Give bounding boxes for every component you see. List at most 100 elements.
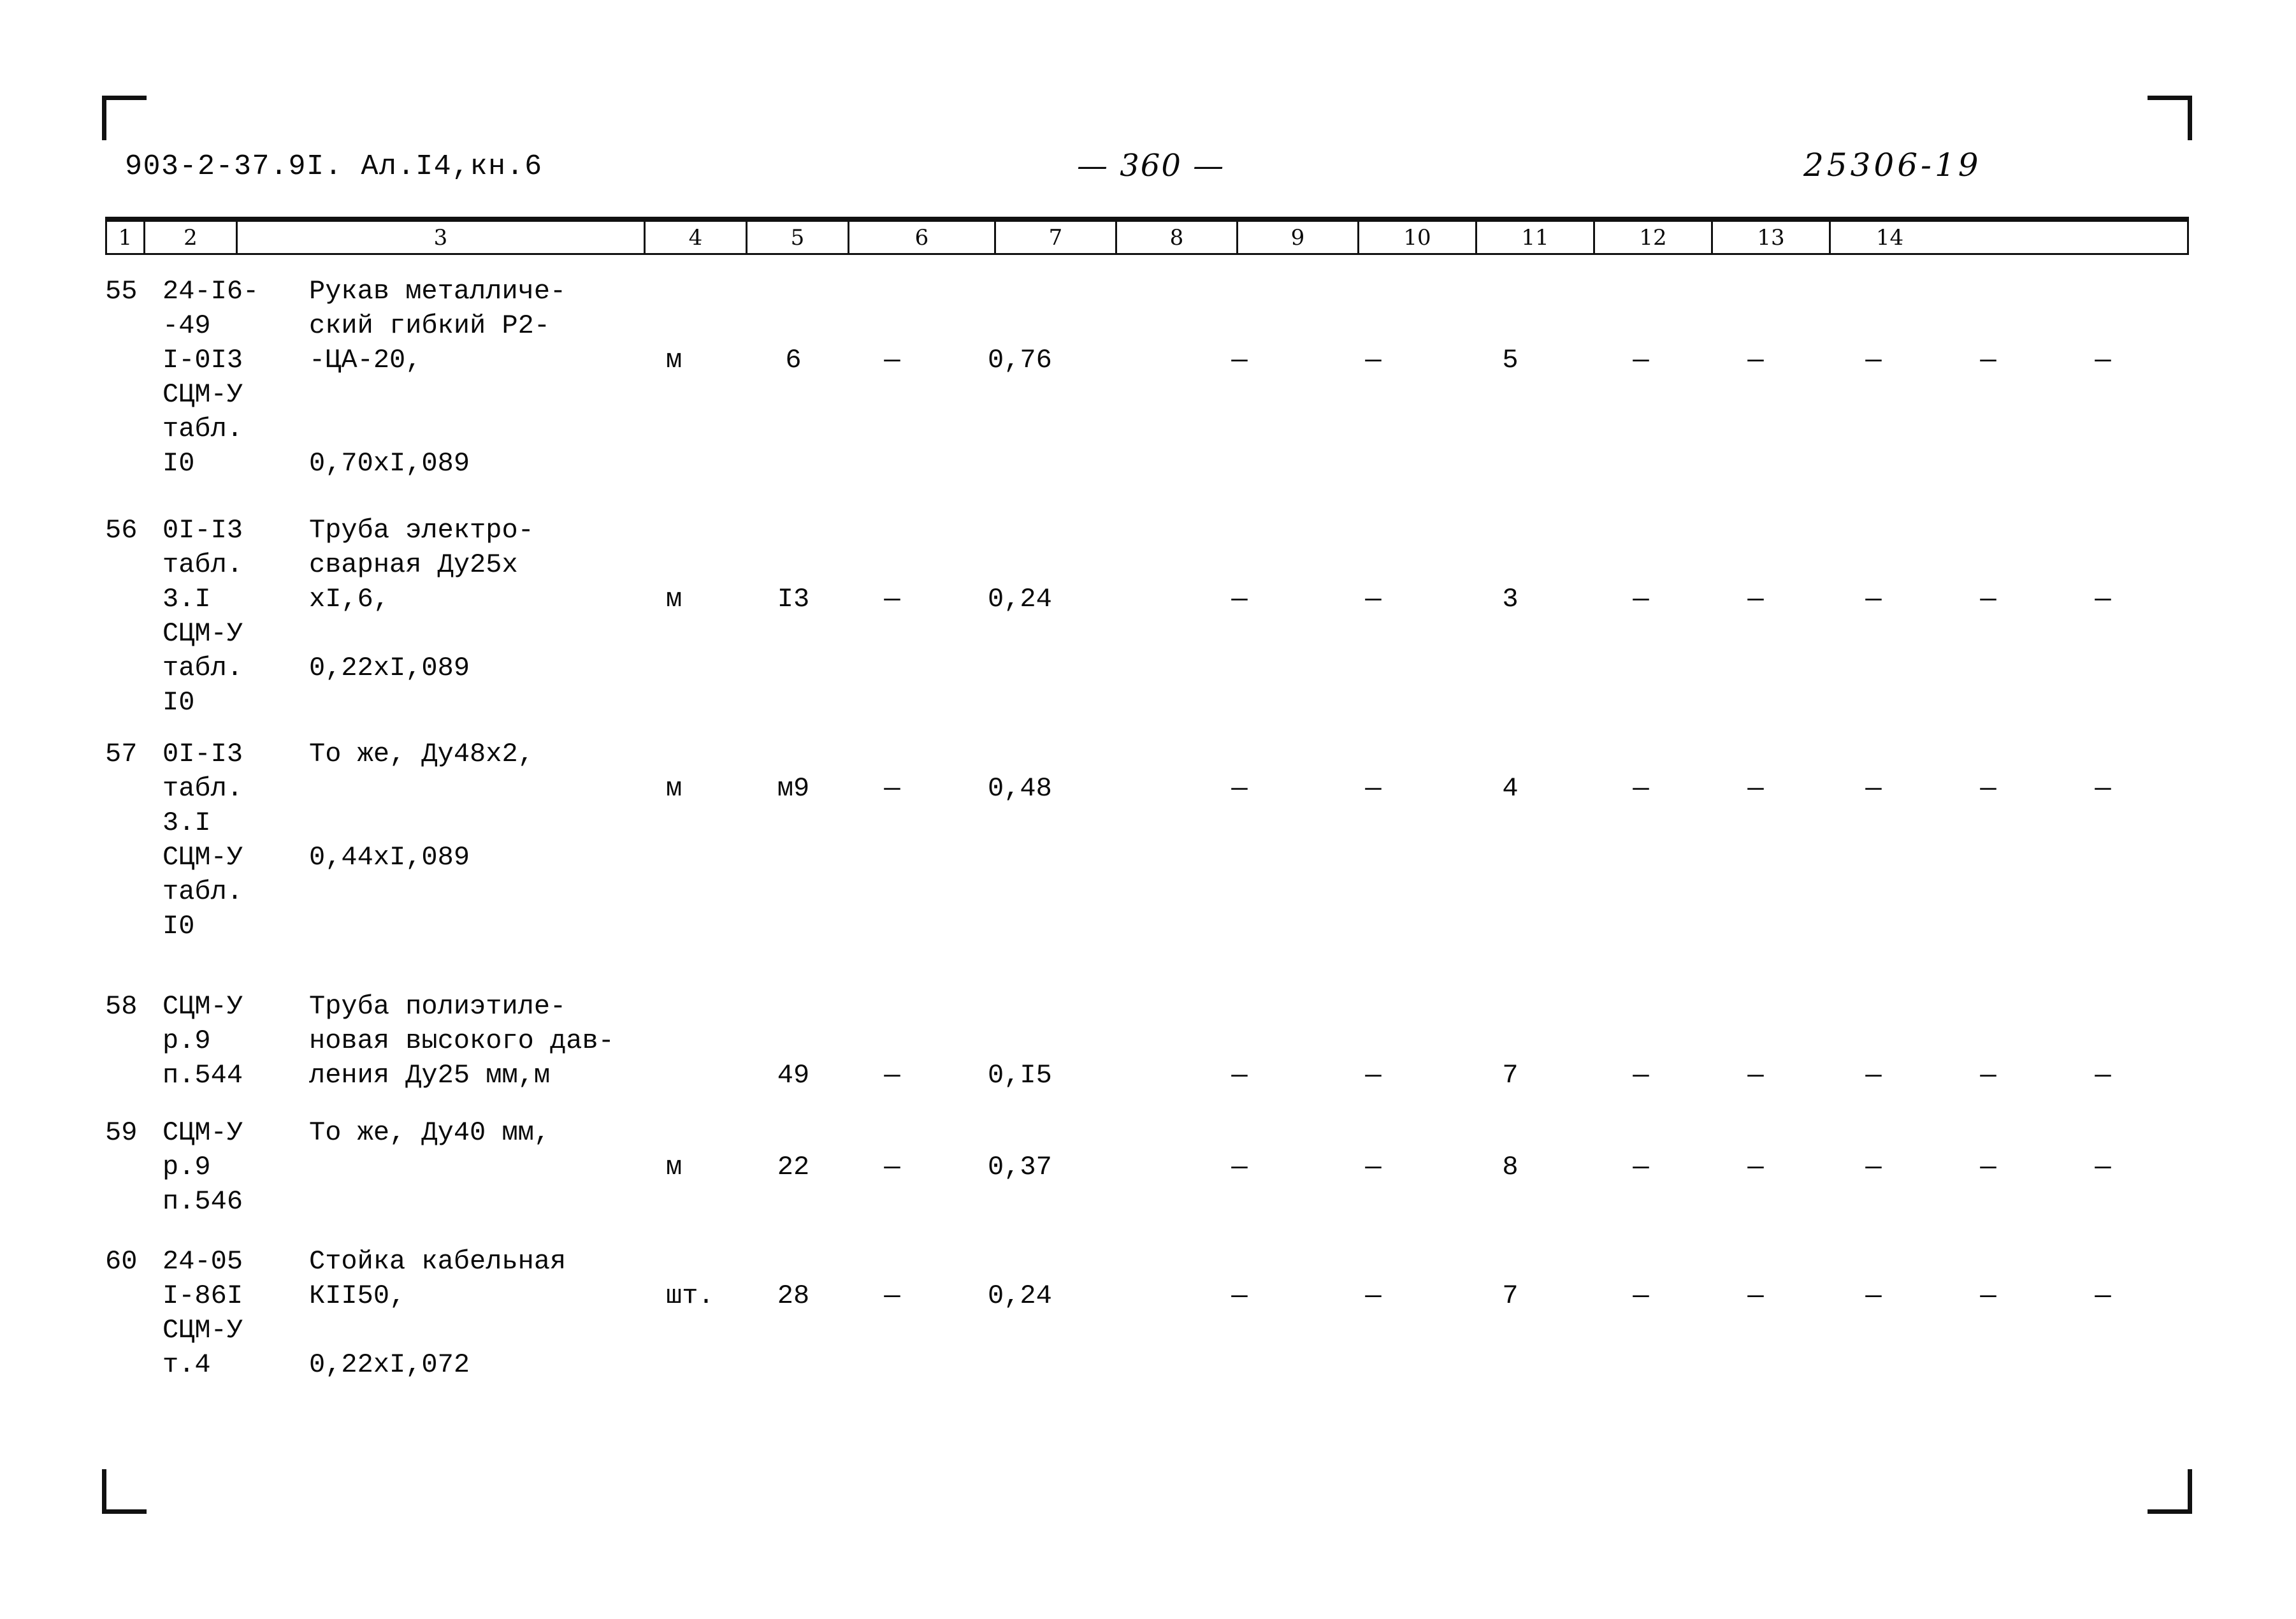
cell-quantity: 49 <box>777 1060 810 1091</box>
cell-quantity: 28 <box>777 1281 810 1311</box>
cell-col8: — <box>1365 584 1382 614</box>
cell-quantity: 6 <box>785 345 802 375</box>
cell-name: Труба полиэтиле- новая высокого дав- лен… <box>309 991 614 1091</box>
cell-col13: — <box>1980 1281 1996 1311</box>
cell-col10: — <box>1633 584 1649 614</box>
cell-unit: шт. <box>666 1281 714 1311</box>
column-header-14: 14 <box>1875 224 1904 250</box>
cell-col12: — <box>1865 345 1882 375</box>
cell-col14: — <box>2095 1281 2111 1311</box>
cell-name: Труба электро- сварная Ду25х хI,6, 0,22х… <box>309 515 534 683</box>
cell-col8: — <box>1365 773 1382 804</box>
cell-unit: м <box>666 773 682 804</box>
cell-name: Рукав металличе- ский гибкий Р2- -ЦА-20,… <box>309 276 567 479</box>
archive-code: 25306-19 <box>1803 147 1982 184</box>
cell-name: Стойка кабельная КII50, 0,22хI,072 <box>309 1246 567 1380</box>
column-header-10: 10 <box>1359 222 1477 253</box>
cell-col11: — <box>1747 773 1764 804</box>
cell-quantity: 22 <box>777 1152 810 1182</box>
cell-col5: — <box>884 1060 900 1091</box>
cell-col8: — <box>1365 345 1382 375</box>
cell-col10: — <box>1633 773 1649 804</box>
cell-col13: — <box>1980 345 1996 375</box>
cell-col5: — <box>884 773 900 804</box>
cell-quantity: м9 <box>777 773 810 804</box>
cell-col6: 0,24 <box>988 1281 1052 1311</box>
cell-code: 24-05 I-86I СЦМ-У т.4 <box>162 1246 243 1380</box>
cell-unit: м <box>666 1152 682 1182</box>
cell-col7: — <box>1231 584 1248 614</box>
cell-col11: — <box>1747 1060 1764 1091</box>
cell-col7: — <box>1231 773 1248 804</box>
column-header-11: 11 <box>1477 222 1595 253</box>
cell-col14: — <box>2095 773 2111 804</box>
cell-col10: — <box>1633 345 1649 375</box>
cell-col13: — <box>1980 1152 1996 1182</box>
cell-col5: — <box>884 1152 900 1182</box>
cell-col11: — <box>1747 1152 1764 1182</box>
cell-col13: — <box>1980 1060 1996 1091</box>
cell-col8: — <box>1365 1060 1382 1091</box>
crop-mark-top-right <box>2148 96 2192 140</box>
cell-col6: 0,24 <box>988 584 1052 614</box>
cell-col12: — <box>1865 1060 1882 1091</box>
row-index: 57 <box>105 739 138 769</box>
cell-col12: — <box>1865 773 1882 804</box>
column-header-13: 13 <box>1713 222 1831 253</box>
cell-col9: 7 <box>1502 1060 1519 1091</box>
cell-col7: — <box>1231 1152 1248 1182</box>
crop-mark-bottom-right <box>2148 1469 2192 1514</box>
cell-col6: 0,48 <box>988 773 1052 804</box>
cell-col9: 8 <box>1502 1152 1519 1182</box>
table-column-header-row: 1 2 3 4 5 6 7 8 9 10 11 12 13 14 <box>105 217 2189 255</box>
column-header-12: 12 <box>1595 222 1713 253</box>
column-header-4: 4 <box>646 222 747 253</box>
column-header-5: 5 <box>747 222 849 253</box>
column-header-8: 8 <box>1117 222 1238 253</box>
cell-col13: — <box>1980 773 1996 804</box>
cell-col14: — <box>2095 584 2111 614</box>
cell-col14: — <box>2095 345 2111 375</box>
cell-col14: — <box>2095 1060 2111 1091</box>
cell-col11: — <box>1747 584 1764 614</box>
cell-col5: — <box>884 345 900 375</box>
cell-col8: — <box>1365 1281 1382 1311</box>
column-header-1: 1 <box>107 222 145 253</box>
row-index: 55 <box>105 276 138 307</box>
row-index: 59 <box>105 1117 138 1148</box>
crop-mark-top-left <box>102 96 147 140</box>
cell-unit: м <box>666 345 682 375</box>
cell-name: То же, Ду48х2, 0,44хI,089 <box>309 739 534 873</box>
column-header-9: 9 <box>1238 222 1359 253</box>
cell-col9: 4 <box>1502 773 1519 804</box>
cell-col7: — <box>1231 1281 1248 1311</box>
cell-name: То же, Ду40 мм, <box>309 1117 551 1148</box>
cell-col12: — <box>1865 1281 1882 1311</box>
cell-col10: — <box>1633 1152 1649 1182</box>
cell-code: СЦМ-У р.9 п.544 <box>162 991 243 1091</box>
row-index: 60 <box>105 1246 138 1277</box>
cell-col10: — <box>1633 1060 1649 1091</box>
cell-code: 0I-I3 табл. 3.I СЦМ-У табл. I0 <box>162 515 243 718</box>
cell-col6: 0,76 <box>988 345 1052 375</box>
cell-col6: 0,37 <box>988 1152 1052 1182</box>
row-index: 56 <box>105 515 138 546</box>
cell-unit: м <box>666 584 682 614</box>
document-code: 903-2-37.9I. Ал.I4,кн.6 <box>125 150 543 183</box>
cell-code: СЦМ-У р.9 п.546 <box>162 1117 243 1217</box>
cell-col9: 7 <box>1502 1281 1519 1311</box>
cell-col5: — <box>884 1281 900 1311</box>
cell-col13: — <box>1980 584 1996 614</box>
cell-quantity: I3 <box>777 584 810 614</box>
cell-col6: 0,I5 <box>988 1060 1052 1091</box>
cell-col8: — <box>1365 1152 1382 1182</box>
row-index: 58 <box>105 991 138 1022</box>
cell-col7: — <box>1231 1060 1248 1091</box>
column-header-7: 7 <box>996 222 1117 253</box>
cell-col12: — <box>1865 584 1882 614</box>
cell-code: 0I-I3 табл. 3.I СЦМ-У табл. I0 <box>162 739 243 941</box>
cell-col9: 3 <box>1502 584 1519 614</box>
cell-col9: 5 <box>1502 345 1519 375</box>
cell-col11: — <box>1747 345 1764 375</box>
cell-col12: — <box>1865 1152 1882 1182</box>
